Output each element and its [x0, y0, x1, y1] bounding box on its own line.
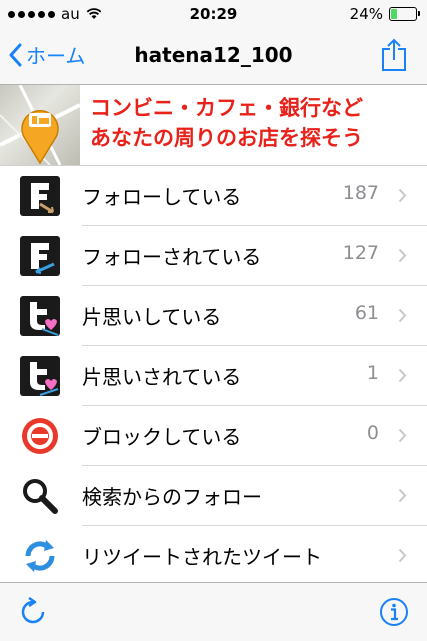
status-right: 24%	[349, 5, 420, 23]
list-item-label: 片思いされている	[82, 365, 242, 389]
banner-line-2: あなたの周りのお店を探そう	[90, 126, 363, 150]
list-item-label: フォローされている	[82, 245, 262, 269]
retweet-icon	[20, 536, 60, 576]
search-icon	[20, 476, 60, 516]
chevron-right-icon	[398, 488, 407, 503]
one-way-followed-icon	[20, 356, 60, 396]
list-item-count: 127	[342, 242, 379, 264]
chevron-right-icon	[398, 428, 407, 443]
map-pin-icon	[0, 84, 81, 166]
block-icon	[20, 416, 60, 456]
list-item-search-follow[interactable]: 検索からのフォロー	[0, 466, 427, 526]
follow-list: フォローしている 187 フォローされている 127 片思いしている 61 片思…	[0, 166, 427, 586]
list-item-label: ブロックしている	[82, 425, 242, 449]
banner-text: コンビニ・カフェ・銀行など あなたの周りのお店を探そう	[90, 93, 363, 153]
chevron-right-icon	[398, 368, 407, 383]
refresh-icon	[21, 596, 45, 624]
ad-banner[interactable]: コンビニ・カフェ・銀行など あなたの周りのお店を探そう	[0, 84, 427, 166]
battery-percent: 24%	[349, 5, 383, 23]
battery-icon	[389, 7, 420, 21]
refresh-button[interactable]	[18, 596, 48, 631]
banner-line-1: コンビニ・カフェ・銀行など	[90, 96, 363, 120]
info-button[interactable]	[379, 597, 409, 631]
list-item-count: 187	[342, 182, 379, 204]
list-item-count: 0	[366, 422, 379, 444]
list-item-followers[interactable]: フォローされている 127	[0, 226, 427, 286]
navigation-bar: ホーム hatena12_100	[0, 28, 427, 85]
list-item-count: 61	[354, 302, 379, 324]
follow-f-icon	[20, 176, 60, 216]
list-item-count: 1	[366, 362, 379, 384]
list-item-label: フォローしている	[82, 185, 242, 209]
list-item-blocking[interactable]: ブロックしている 0	[0, 406, 427, 466]
list-item-retweeted-tweets[interactable]: リツイートされたツイート	[0, 526, 427, 586]
status-bar: au 20:29 24%	[0, 0, 427, 28]
info-icon	[380, 598, 408, 626]
list-item-label: 片思いしている	[82, 305, 222, 329]
bottom-toolbar	[0, 582, 427, 641]
list-item-label: 検索からのフォロー	[82, 485, 262, 509]
chevron-right-icon	[398, 188, 407, 203]
chevron-right-icon	[398, 548, 407, 563]
list-item-one-way-following[interactable]: 片思いしている 61	[0, 286, 427, 346]
chevron-right-icon	[398, 308, 407, 323]
page-title: hatena12_100	[134, 43, 293, 67]
share-button[interactable]	[381, 38, 407, 76]
chevron-right-icon	[398, 248, 407, 263]
list-item-following[interactable]: フォローしている 187	[0, 166, 427, 226]
followed-f-icon	[20, 236, 60, 276]
one-way-following-icon	[20, 296, 60, 336]
share-icon	[382, 38, 406, 71]
list-item-label: リツイートされたツイート	[82, 545, 322, 569]
list-item-one-way-followed[interactable]: 片思いされている 1	[0, 346, 427, 406]
